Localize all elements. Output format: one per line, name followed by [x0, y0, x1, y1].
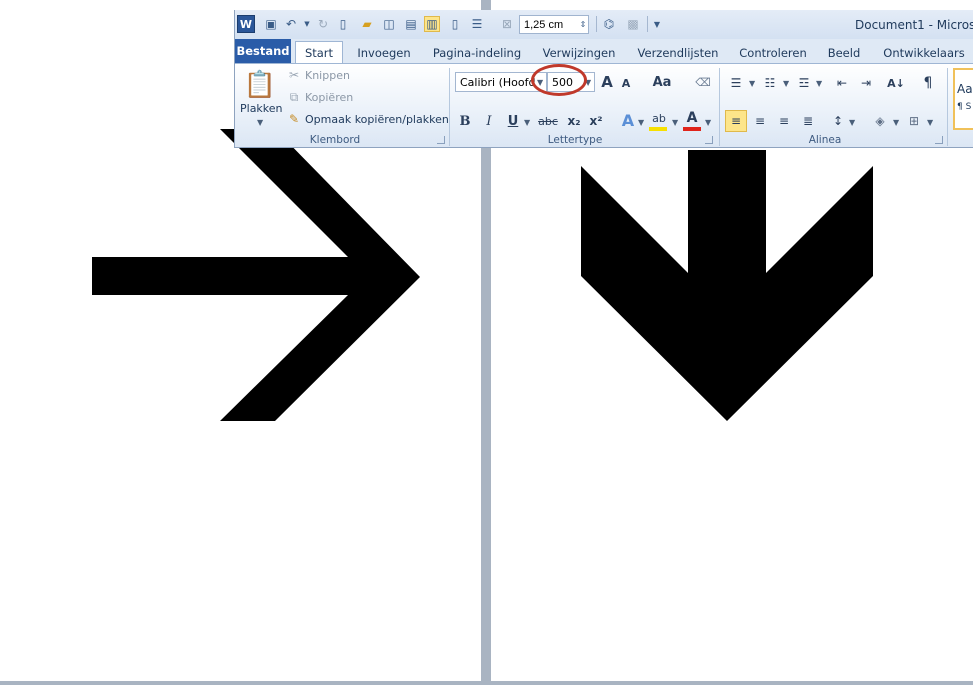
customize-qat-icon[interactable]: ▼: [649, 16, 665, 32]
tab-controleren[interactable]: Controleren: [735, 42, 811, 63]
font-color-button[interactable]: A: [683, 110, 701, 126]
style-label: ¶ S: [957, 102, 972, 112]
sort-icon[interactable]: A↓: [887, 74, 905, 92]
text-effects-dropdown-icon[interactable]: ▼: [638, 118, 644, 127]
qat-separator: [647, 16, 648, 32]
justify-icon[interactable]: ≣: [799, 112, 817, 130]
print-preview-icon[interactable]: ◫: [381, 16, 397, 32]
org-chart-icon[interactable]: ⌬: [601, 16, 617, 32]
numbering-dropdown-icon[interactable]: ▼: [783, 79, 789, 88]
subscript-button[interactable]: x₂: [565, 112, 583, 130]
word-window: W ▣ ↶ ▼ ↻ ▯ ▰ ◫ ▤ ▥ ▯ ☰ ⊠ ⇕ ⌬ ▩ ▼ Docume…: [234, 10, 973, 148]
print-icon[interactable]: ▤: [403, 16, 419, 32]
ribbon-tabs: Bestand Start Invoegen Pagina-indeling V…: [235, 39, 973, 63]
paragraph-launcher-icon[interactable]: [935, 136, 943, 144]
font-color-dropdown-icon[interactable]: ▼: [705, 118, 711, 127]
redo-icon[interactable]: ↻: [315, 16, 331, 32]
align-right-icon[interactable]: ≡: [775, 112, 793, 130]
cancel-icon[interactable]: ⊠: [499, 16, 515, 32]
change-case-button[interactable]: Aa: [651, 72, 673, 92]
quick-access-toolbar: W ▣ ↶ ▼ ↻ ▯ ▰ ◫ ▤ ▥ ▯ ☰ ⊠ ⇕ ⌬ ▩ ▼ Docume…: [235, 10, 973, 39]
group-label-clipboard: Klembord: [309, 134, 361, 146]
tab-beeld[interactable]: Beeld: [823, 42, 865, 63]
highlight-dropdown-icon[interactable]: ▼: [672, 118, 678, 127]
borders-icon[interactable]: ⊞: [905, 112, 923, 130]
group-separator: [449, 68, 450, 146]
superscript-button[interactable]: x²: [587, 112, 605, 130]
paste-button[interactable]: Plakken: [240, 102, 283, 115]
print-layout-icon[interactable]: ▥: [424, 16, 440, 32]
font-color-bar: [683, 127, 701, 131]
underline-button[interactable]: U: [505, 112, 521, 130]
group-label-font: Lettertype: [547, 134, 603, 146]
strikethrough-button[interactable]: abc: [537, 112, 559, 130]
paste-icon[interactable]: 📋: [244, 68, 276, 102]
grow-font-button[interactable]: A: [599, 72, 615, 92]
increase-indent-icon[interactable]: ⇥: [857, 74, 875, 92]
bullets-icon[interactable]: ☰: [727, 74, 745, 92]
multilevel-dropdown-icon[interactable]: ▼: [816, 79, 822, 88]
open-folder-icon[interactable]: ▰: [359, 16, 375, 32]
scissors-icon[interactable]: ✂: [287, 68, 301, 82]
borders-dropdown-icon[interactable]: ▼: [927, 118, 933, 127]
highlight-button[interactable]: ab: [649, 110, 669, 126]
highlight-color-bar: [649, 127, 667, 131]
tab-verwijzingen[interactable]: Verwijzingen: [539, 42, 619, 63]
paste-dropdown-icon[interactable]: ▼: [257, 118, 263, 127]
tab-invoegen[interactable]: Invoegen: [349, 42, 419, 63]
ribbon-start: 📋 Plakken ▼ ✂ Knippen ⧉ Kopiëren ✎ Opmaa…: [235, 63, 973, 147]
shading-icon[interactable]: ◈: [871, 112, 889, 130]
spin-arrows-icon[interactable]: ⇕: [575, 16, 591, 32]
copy-button[interactable]: Kopiëren: [305, 91, 353, 104]
group-separator: [947, 68, 948, 146]
new-document-icon[interactable]: ▯: [335, 16, 351, 32]
font-launcher-icon[interactable]: [705, 136, 713, 144]
clear-formatting-icon[interactable]: ⌫: [693, 72, 713, 92]
line-spacing-icon[interactable]: ☰: [469, 16, 485, 32]
format-painter-button[interactable]: Opmaak kopiëren/plakken: [305, 113, 449, 126]
highlight-ellipse: [531, 64, 587, 96]
shading-dropdown-icon[interactable]: ▼: [893, 118, 899, 127]
tab-pagina-indeling[interactable]: Pagina-indeling: [431, 42, 523, 63]
align-left-icon: ≡: [730, 114, 742, 128]
format-painter-icon[interactable]: ✎: [287, 112, 301, 126]
show-formatting-marks-icon[interactable]: ¶: [919, 74, 937, 92]
tab-start[interactable]: Start: [295, 41, 343, 63]
group-label-paragraph: Alinea: [808, 134, 842, 146]
underline-dropdown-icon[interactable]: ▼: [524, 118, 530, 127]
numbering-icon[interactable]: ☷: [761, 74, 779, 92]
style-preview: Aa: [957, 82, 973, 96]
multilevel-list-icon[interactable]: ☲: [795, 74, 813, 92]
italic-button[interactable]: I: [481, 112, 497, 130]
word-logo-icon[interactable]: W: [237, 15, 255, 33]
save-icon[interactable]: ▣: [263, 16, 279, 32]
tab-ontwikkelaars[interactable]: Ontwikkelaars: [881, 42, 967, 63]
copy-icon[interactable]: ⧉: [287, 90, 301, 104]
line-spacing-dropdown-icon[interactable]: ▼: [849, 118, 855, 127]
clipboard-launcher-icon[interactable]: [437, 136, 445, 144]
draft-view-icon[interactable]: ▯: [447, 16, 463, 32]
group-separator: [719, 68, 720, 146]
shrink-font-button[interactable]: A: [619, 74, 633, 92]
bullets-dropdown-icon[interactable]: ▼: [749, 79, 755, 88]
arrange-icon[interactable]: ▩: [625, 16, 641, 32]
qat-separator: [596, 16, 597, 32]
tab-verzendlijsten[interactable]: Verzendlijsten: [635, 42, 721, 63]
line-spacing-button-icon[interactable]: ↕: [829, 112, 847, 130]
align-center-icon[interactable]: ≡: [751, 112, 769, 130]
decrease-indent-icon[interactable]: ⇤: [833, 74, 851, 92]
styles-gallery[interactable]: Aa ¶ S: [953, 68, 973, 130]
tab-bestand[interactable]: Bestand: [235, 39, 291, 63]
undo-dropdown-icon[interactable]: ▼: [299, 16, 315, 32]
bold-button[interactable]: B: [457, 112, 473, 130]
undo-icon[interactable]: ↶: [283, 16, 299, 32]
window-title: Document1 - Microso: [855, 18, 973, 32]
text-effects-button[interactable]: A: [619, 110, 637, 130]
cut-button[interactable]: Knippen: [305, 69, 350, 82]
